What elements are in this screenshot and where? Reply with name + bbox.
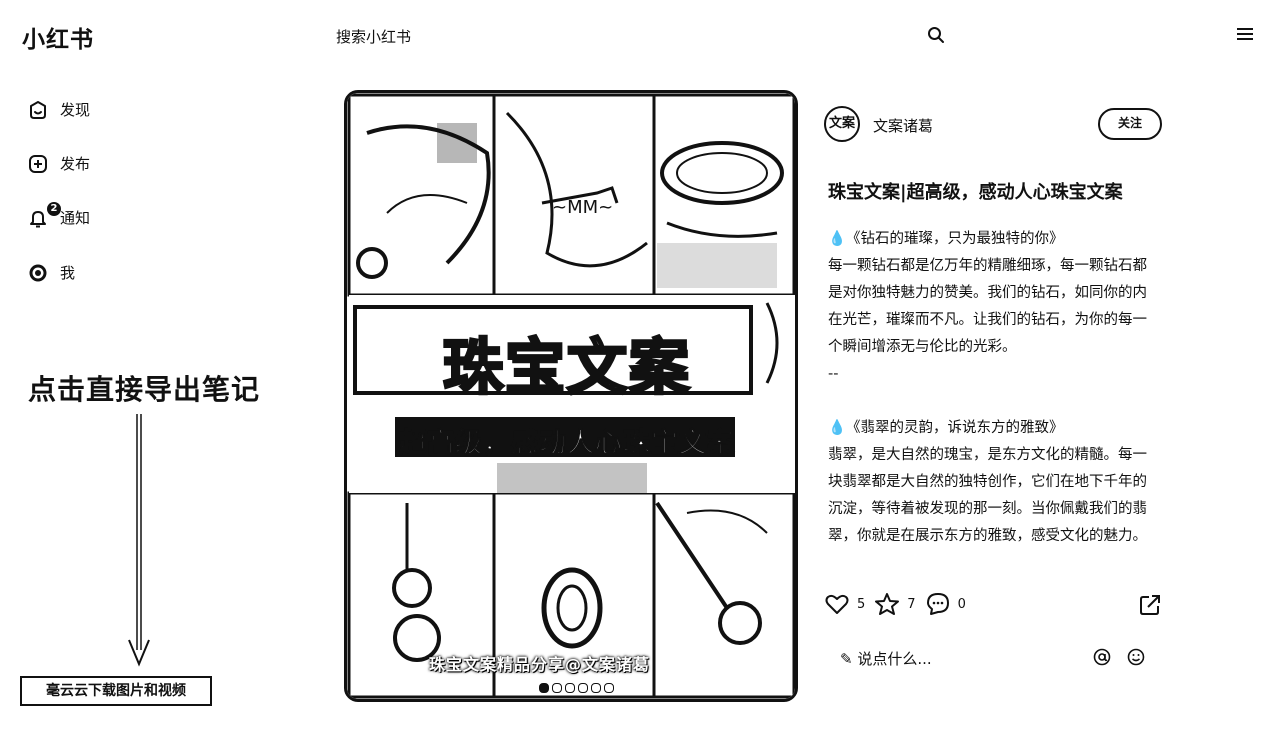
pencil-icon: ✎ (840, 650, 853, 668)
mention-icon[interactable] (1093, 648, 1111, 666)
carousel-dot[interactable] (539, 683, 549, 693)
carousel-dot[interactable] (604, 683, 614, 693)
bell-icon-wrap: 2 (28, 201, 61, 228)
paragraph-spacer (828, 388, 1160, 415)
carousel-dot[interactable] (591, 683, 601, 693)
sidebar-item-notifications[interactable]: 2 通知 (28, 201, 91, 228)
paragraph-text: 每一颗钻石都是亿万年的精雕细琢，每一颗钻石都是对你独特魅力的赞美。我们的钻石，如… (828, 258, 1147, 355)
comment-icon (926, 593, 949, 615)
home-icon (30, 100, 46, 119)
star-icon (875, 593, 900, 615)
comment-input[interactable]: ✎ 说点什么... (840, 648, 932, 669)
sidebar-item-publish[interactable]: 发布 (28, 153, 90, 174)
svg-text:~MM~: ~MM~ (552, 197, 613, 218)
carousel-dot[interactable] (565, 683, 575, 693)
carousel-dot[interactable] (552, 683, 562, 693)
note-body: 💧《钻石的璀璨，只为最独特的你》 每一颗钻石都是亿万年的精雕细琢，每一颗钻石都是… (828, 226, 1160, 550)
note-title: 珠宝文案|超高级，感动人心珠宝文案 (828, 182, 1123, 203)
share-icon[interactable] (1139, 594, 1161, 616)
menu-icon[interactable] (1236, 26, 1254, 42)
cover-subtitle: 超高级，感动人心珠宝文案 (399, 428, 735, 460)
sidebar-item-label: 发现 (60, 101, 91, 119)
paragraph-text: 翡翠，是大自然的瑰宝，是东方文化的精髓。每一块翡翠都是大自然的独特创作，它们在地… (828, 447, 1147, 544)
notification-badge: 2 (47, 201, 61, 216)
engagement-bar: 5 7 0 (825, 592, 976, 616)
author-avatar[interactable]: 文案 (824, 106, 860, 142)
sidebar-item-label: 我 (60, 264, 76, 282)
cover-caption: 珠宝文案精品分享@文案诸葛 (429, 655, 651, 674)
download-media-button[interactable]: 毫云云下载图片和视频 (20, 676, 212, 706)
collect-button[interactable]: 7 (875, 593, 916, 615)
paragraph-heading: 💧《钻石的璀璨，只为最独特的你》 (828, 231, 1064, 247)
sidebar-item-discover[interactable]: 发现 (28, 99, 90, 120)
collect-count: 7 (907, 596, 916, 612)
search-icon[interactable] (927, 26, 945, 44)
note-cover-image[interactable]: ~MM~ 珠宝文案 超高级，感动人心珠宝文案 珠宝文案精品分享@文案诸葛 (344, 90, 798, 702)
avatar-icon (29, 264, 47, 281)
sidebar-item-me[interactable]: 我 (28, 262, 75, 283)
carousel-dot[interactable] (578, 683, 588, 693)
search-input[interactable]: 搜索小红书 (336, 26, 411, 47)
comment-placeholder: 说点什么... (857, 650, 932, 668)
sidebar-item-label: 发布 (60, 155, 91, 173)
author-name[interactable]: 文案诸葛 (873, 115, 933, 136)
follow-button[interactable]: 关注 (1098, 108, 1162, 140)
app-logo[interactable]: 小红书 (22, 20, 94, 54)
like-button[interactable]: 5 (825, 593, 865, 615)
emoji-icon[interactable] (1127, 648, 1145, 666)
heart-icon (825, 594, 849, 614)
comment-count: 0 (957, 596, 966, 612)
comment-button[interactable]: 0 (926, 592, 966, 616)
sidebar-item-label: 通知 (60, 209, 91, 227)
paragraph-heading: 💧《翡翠的灵韵，诉说东方的雅致》 (828, 420, 1064, 436)
export-hint-text: 点击直接导出笔记 (28, 373, 261, 406)
like-count: 5 (857, 596, 866, 612)
cover-title: 珠宝文案 (442, 332, 691, 405)
arrow-down-icon (128, 414, 150, 667)
plus-icon (29, 154, 47, 173)
carousel-dots[interactable] (539, 683, 614, 693)
paragraph-divider: -- (828, 366, 839, 382)
bell-icon (30, 210, 46, 227)
